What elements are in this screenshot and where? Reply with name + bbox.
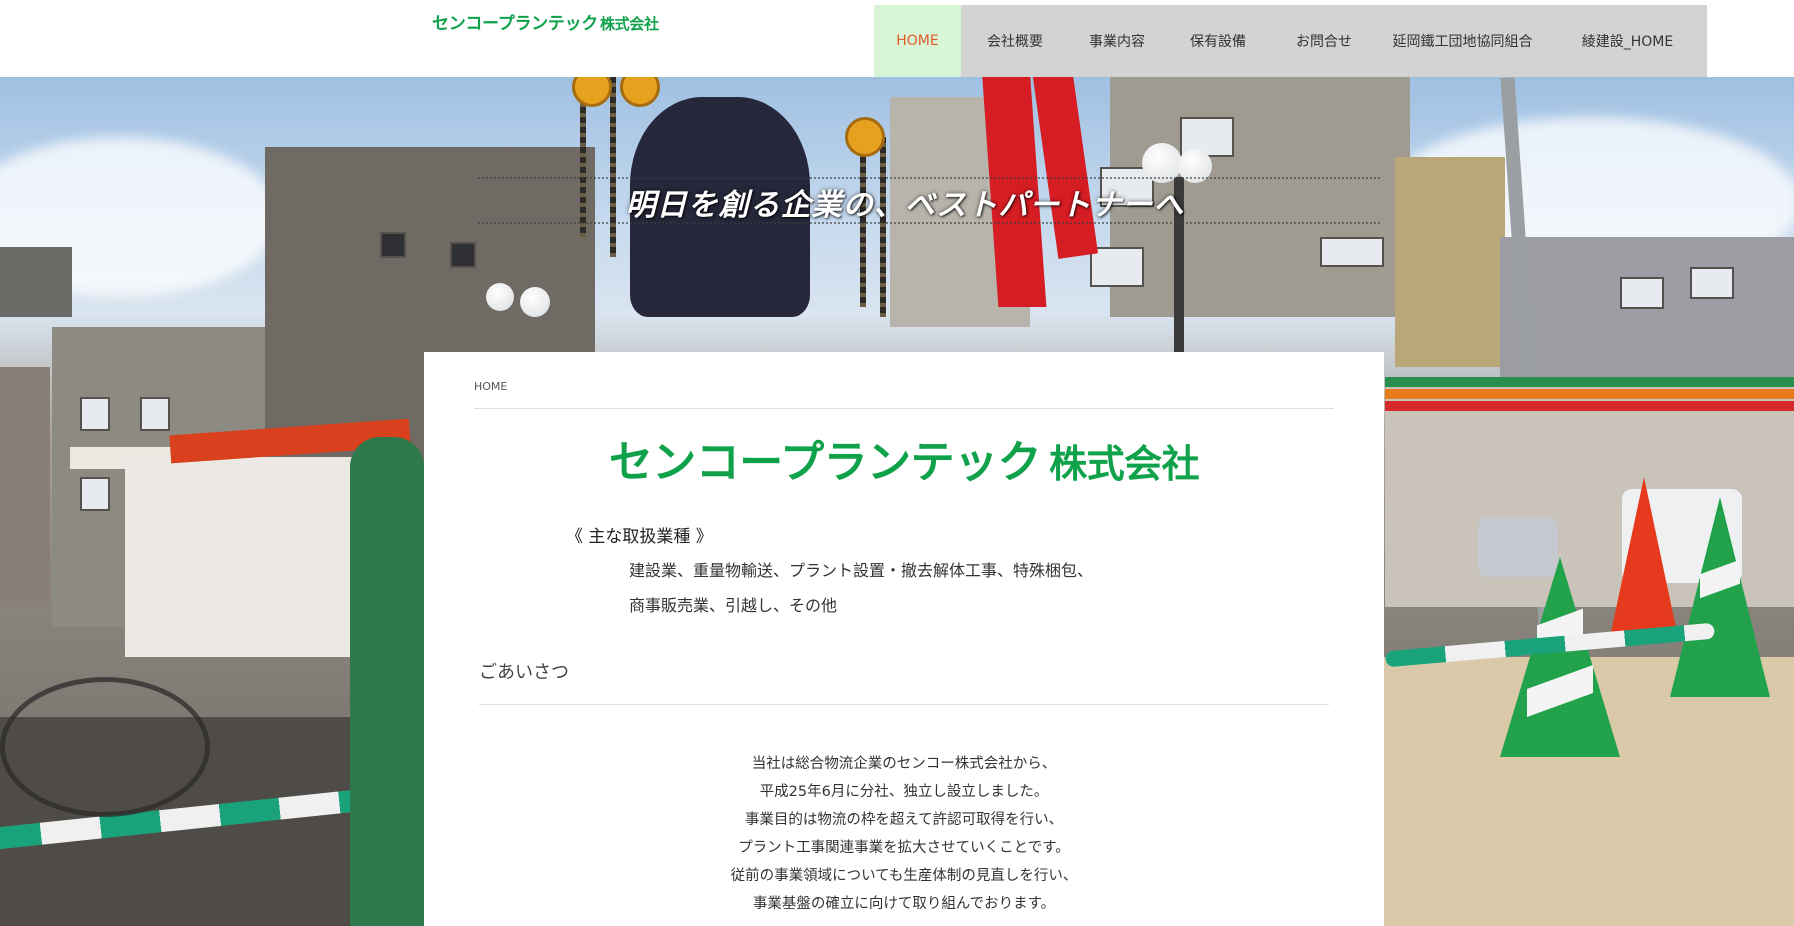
site-logo-name: センコープランテック xyxy=(432,14,598,34)
worker xyxy=(350,437,424,926)
greeting-body: 当社は総合物流企業のセンコー株式会社から、 平成25年6月に分社、独立し設立しま… xyxy=(424,750,1384,918)
window xyxy=(1320,237,1384,267)
chain-hoist xyxy=(620,77,660,107)
greeting-line: 当社は総合物流企業のセンコー株式会社から、 xyxy=(751,756,1057,772)
nav-home[interactable]: HOME xyxy=(874,5,961,77)
building xyxy=(1500,237,1794,387)
divider xyxy=(479,704,1329,705)
window xyxy=(80,397,110,431)
site-header: センコープランテック 株式会社 HOME 会社概要 事業内容 保有設備 お問合せ … xyxy=(0,0,1794,77)
nav-equipment[interactable]: 保有設備 xyxy=(1165,5,1271,77)
chain xyxy=(880,137,886,317)
slogan-rule-bottom xyxy=(478,222,1380,224)
window xyxy=(1620,277,1664,309)
business-line: 建設業、重量物輸送、プラント設置・撤去解体工事、特殊梱包、 xyxy=(629,561,1094,580)
store-band-green xyxy=(1385,377,1794,387)
bicycle xyxy=(0,677,210,817)
company-logo: センコープランテック 株式会社 xyxy=(424,426,1384,490)
site-logo-suffix: 株式会社 xyxy=(599,15,659,33)
nav-aya-construction[interactable]: 綾建設_HOME xyxy=(1548,5,1707,77)
chain-hoist xyxy=(572,77,612,107)
hero-slogan: 明日を創る企業の、ベストパートナーへ xyxy=(625,188,1185,223)
street-lamp xyxy=(486,283,514,311)
breadcrumb[interactable]: HOME xyxy=(474,380,507,393)
chain-hoist xyxy=(845,117,885,157)
greeting-line: 従前の事業領域についても生産体制の見直しを行い、 xyxy=(730,868,1078,884)
slogan-rule-top xyxy=(478,177,1380,179)
traffic-cone xyxy=(1670,497,1770,697)
traffic-cone xyxy=(1500,557,1620,757)
building xyxy=(0,367,50,607)
traffic-cone xyxy=(1610,477,1678,637)
greeting-line: 事業目的は物流の枠を超えて許認可取得を行い、 xyxy=(744,812,1064,828)
street-lamp xyxy=(520,287,550,317)
company-logo-suffix: 株式会社 xyxy=(1049,442,1200,486)
window xyxy=(380,232,406,258)
window xyxy=(80,477,110,511)
company-logo-name: センコープランテック xyxy=(608,437,1042,488)
business-line: 商事販売業、引越し、その他 xyxy=(629,596,838,615)
chain xyxy=(610,77,616,257)
nav-company-overview[interactable]: 会社概要 xyxy=(961,5,1069,77)
main-content: HOME センコープランテック 株式会社 《 主な取扱業種 》 建設業、重量物輸送… xyxy=(424,352,1384,926)
nav-business[interactable]: 事業内容 xyxy=(1069,5,1165,77)
window xyxy=(1690,267,1734,299)
main-nav: HOME 会社概要 事業内容 保有設備 お問合せ 延岡鐵工団地協同組合 綾建設_… xyxy=(874,5,1707,77)
window xyxy=(450,242,476,268)
nav-contact[interactable]: お問合せ xyxy=(1271,5,1377,77)
greeting-title: ごあいさつ xyxy=(479,662,569,683)
nav-cooperative[interactable]: 延岡鐵工団地協同組合 xyxy=(1377,5,1548,77)
greeting-line: プラント工事関連事業を拡大させていくことです。 xyxy=(738,840,1070,856)
divider xyxy=(474,408,1334,409)
store-band-red xyxy=(1385,401,1794,411)
site-logo[interactable]: センコープランテック 株式会社 xyxy=(432,9,659,34)
store-band-orange xyxy=(1385,389,1794,399)
building xyxy=(0,247,72,317)
greeting-line: 事業基盤の確立に向けて取り組んでおります。 xyxy=(752,896,1056,912)
window xyxy=(140,397,170,431)
crane-arm xyxy=(1031,77,1099,259)
business-heading: 《 主な取扱業種 》 xyxy=(566,527,713,547)
greeting-line: 平成25年6月に分社、独立し設立しました。 xyxy=(759,784,1049,800)
